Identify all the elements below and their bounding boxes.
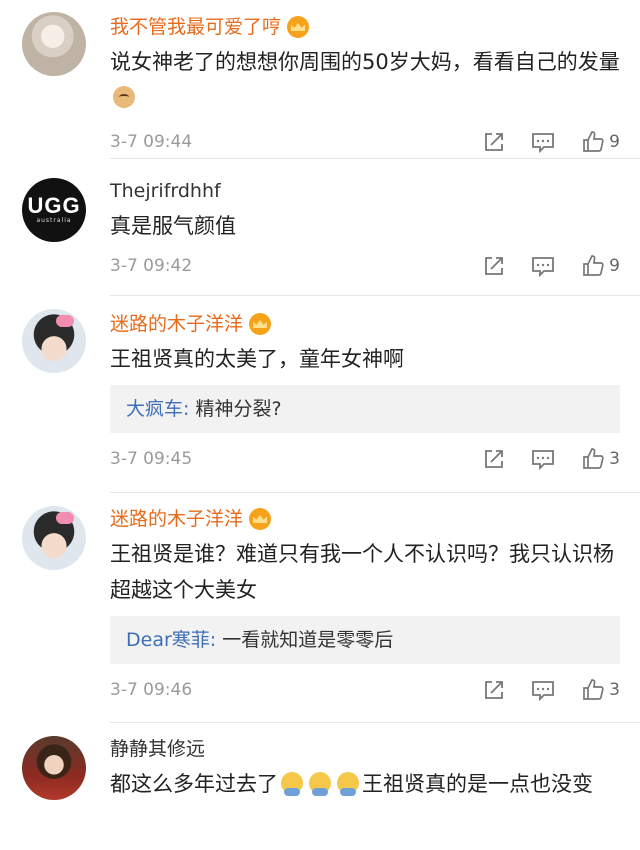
avatar[interactable] [22, 736, 86, 800]
comment-meta: 3-7 09:45 3 [110, 445, 620, 473]
comment-feed: 我不管我最可爱了哼 说女神老了的想想你周围的50岁大妈，看看自己的发量 3-7 … [0, 0, 640, 850]
like-button[interactable]: 9 [581, 130, 620, 154]
action-bar: 3 [457, 678, 620, 702]
like-count: 9 [609, 256, 620, 276]
username[interactable]: Thejrifrdhhf [110, 178, 620, 204]
comment-item: 静静其修远 都这么多年过去了 王祖贤真的是一点也没变 [0, 722, 640, 850]
sweat-emoji [309, 772, 331, 796]
like-button[interactable]: 3 [581, 447, 620, 471]
comment-item: 迷路的木子洋洋 王祖贤是谁？难道只有我一个人不认识吗？我只认识杨超越这个大美女 … [0, 492, 640, 722]
comment-button[interactable] [531, 255, 555, 277]
reply-username[interactable]: 大疯车 [126, 398, 183, 420]
comment-item: 我不管我最可爱了哼 说女神老了的想想你周围的50岁大妈，看看自己的发量 3-7 … [0, 0, 640, 158]
comment-text: 王祖贤是谁？难道只有我一个人不认识吗？我只认识杨超越这个大美女 [110, 542, 614, 602]
thumbs-up-icon [583, 255, 604, 276]
comment-meta: 3-7 09:44 9 [110, 128, 620, 156]
username[interactable]: 迷路的木子洋洋 [110, 311, 620, 337]
avatar[interactable] [22, 12, 86, 76]
comment-text: 王祖贤真的太美了，童年女神啊 [110, 347, 404, 371]
action-bar: 9 [457, 130, 620, 154]
like-count: 9 [609, 132, 620, 152]
comment-text: 真是服气颜值 [110, 214, 236, 238]
reply-preview[interactable]: 大疯车: 精神分裂? [110, 385, 620, 433]
comment-icon [532, 681, 555, 701]
comment-meta: 3-7 09:42 9 [110, 252, 620, 280]
thumbs-up-icon [583, 679, 604, 700]
action-bar: 9 [457, 254, 620, 278]
comment-icon [532, 257, 555, 277]
crown-badge-icon [249, 313, 272, 335]
avatar[interactable]: UGG australia [22, 178, 86, 242]
share-icon [485, 681, 504, 699]
comment-button[interactable] [531, 131, 555, 153]
comment-button[interactable] [531, 448, 555, 470]
thumbs-up-icon [583, 131, 604, 152]
crown-badge-icon [249, 508, 272, 530]
share-button[interactable] [483, 679, 505, 701]
share-icon [485, 450, 504, 468]
comment-item: 迷路的木子洋洋 王祖贤真的太美了，童年女神啊 大疯车: 精神分裂? 3-7 09… [0, 295, 640, 492]
share-button[interactable] [483, 255, 505, 277]
action-bar: 3 [457, 447, 620, 471]
reply-preview[interactable]: Dear寒菲: 一看就知道是零零后 [110, 616, 620, 664]
comment-text: 都这么多年过去了 王祖贤真的是一点也没变 [110, 772, 593, 796]
share-icon [485, 133, 504, 151]
crown-badge-icon [287, 16, 310, 38]
doge-emoji [113, 86, 135, 108]
comment-meta: 3-7 09:46 3 [110, 676, 620, 704]
reply-username[interactable]: Dear寒菲 [126, 629, 210, 651]
username[interactable]: 我不管我最可爱了哼 [110, 14, 620, 40]
timestamp: 3-7 09:46 [110, 680, 193, 700]
username[interactable]: 迷路的木子洋洋 [110, 506, 620, 532]
sweat-emoji [337, 772, 359, 796]
comment-icon [532, 133, 555, 153]
share-button[interactable] [483, 448, 505, 470]
timestamp: 3-7 09:42 [110, 256, 193, 276]
share-button[interactable] [483, 131, 505, 153]
like-button[interactable]: 3 [581, 678, 620, 702]
username[interactable]: 静静其修远 [110, 736, 620, 762]
avatar[interactable] [22, 309, 86, 373]
thumbs-up-icon [583, 448, 604, 469]
comment-button[interactable] [531, 679, 555, 701]
timestamp: 3-7 09:45 [110, 449, 193, 469]
reply-text: 精神分裂? [195, 398, 282, 420]
comment-icon [532, 450, 555, 470]
sweat-emoji [281, 772, 303, 796]
like-count: 3 [609, 680, 620, 700]
timestamp: 3-7 09:44 [110, 132, 193, 152]
comment-text: 说女神老了的想想你周围的50岁大妈，看看自己的发量 [110, 44, 620, 116]
comment-item: UGG australia Thejrifrdhhf 真是服气颜值 3-7 09… [0, 158, 640, 295]
like-count: 3 [609, 449, 620, 469]
share-icon [485, 257, 504, 275]
like-button[interactable]: 9 [581, 254, 620, 278]
ugg-logo-icon: UGG [27, 193, 81, 218]
avatar[interactable] [22, 506, 86, 570]
reply-text: 一看就知道是零零后 [222, 629, 394, 651]
